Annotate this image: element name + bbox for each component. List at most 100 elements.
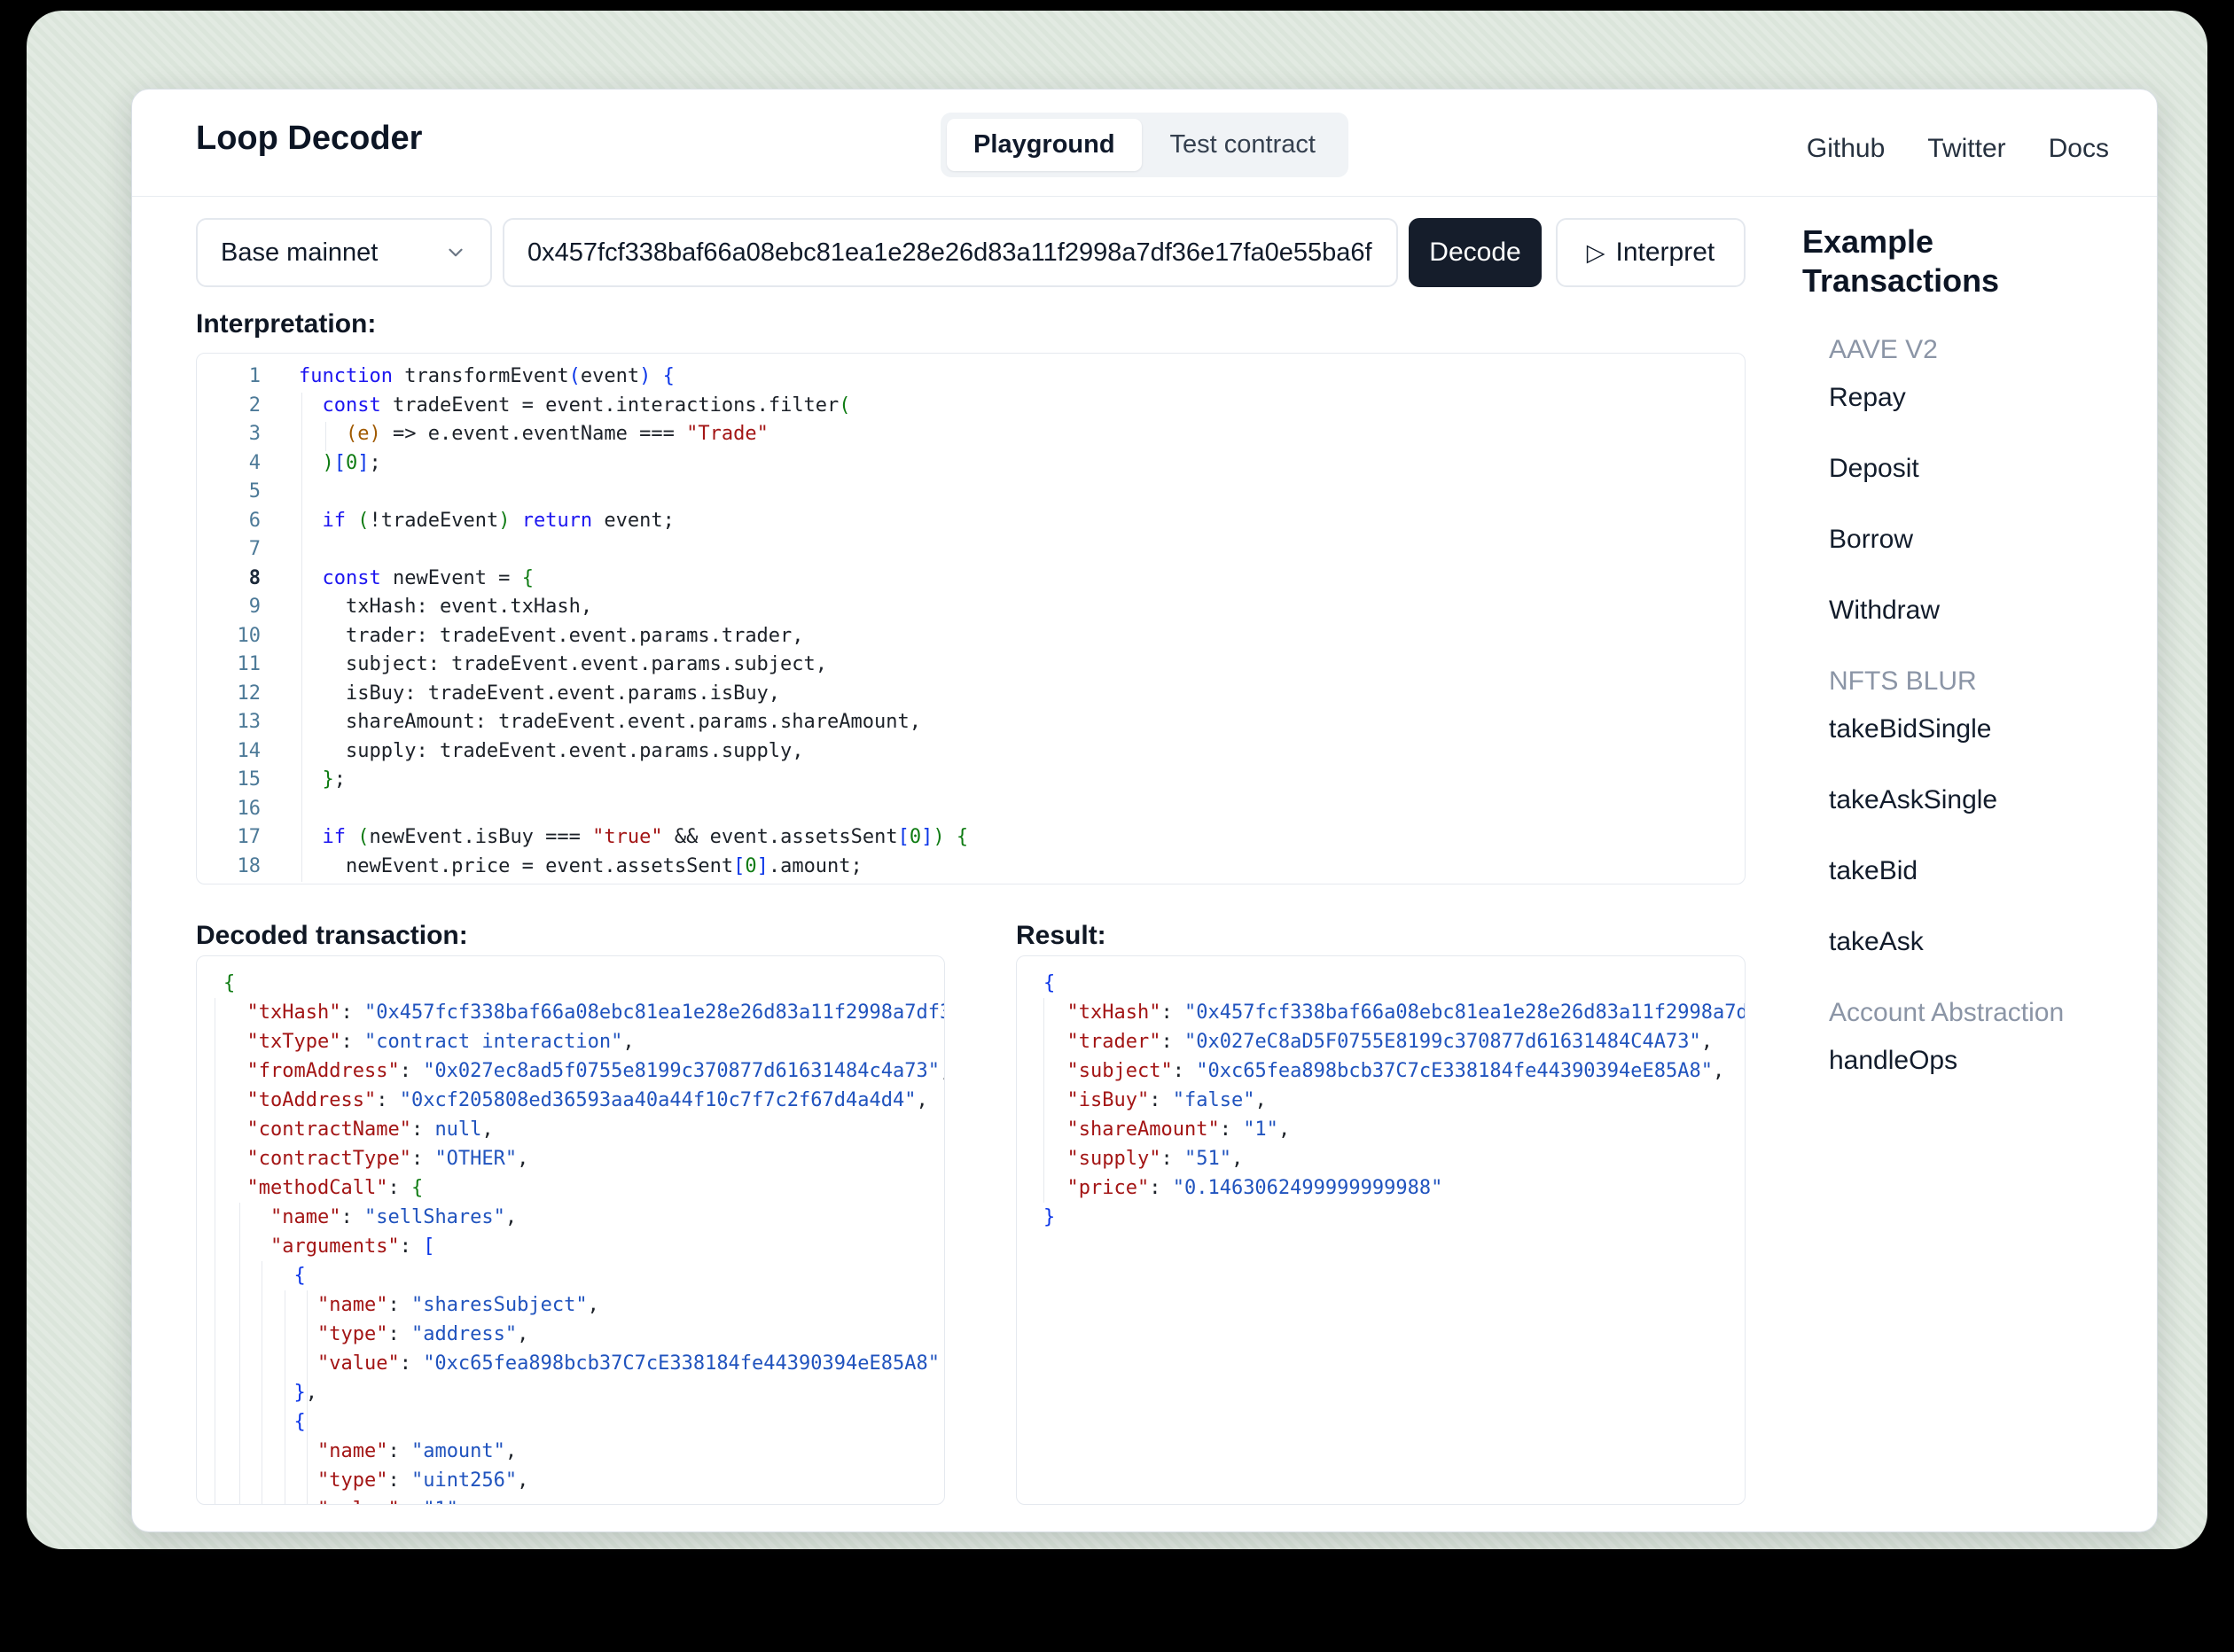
decoded-json-content: { "txHash": "0x457fcf338baf66a08ebc81ea1…: [223, 969, 945, 1505]
sidebar-item-handleops[interactable]: handleOps: [1802, 1045, 2127, 1077]
nav-link-twitter[interactable]: Twitter: [1927, 134, 2005, 164]
code-line: txHash: event.txHash,: [299, 593, 968, 622]
sidebar-title: Example Transactions: [1802, 222, 2127, 300]
line-number: 12: [197, 680, 261, 709]
decode-button[interactable]: Decode: [1409, 218, 1542, 287]
code-line: "value": "1": [223, 1495, 945, 1505]
page-title: Loop Decoder: [196, 120, 422, 158]
code-line: subject: tradeEvent.event.params.subject…: [299, 651, 968, 680]
nav-link-docs[interactable]: Docs: [2049, 134, 2109, 164]
interpret-button-label: Interpret: [1616, 238, 1715, 268]
sidebar-section-header: Account Abstraction: [1802, 997, 2127, 1029]
code-line: newEvent.price = event.assetsSent[0].amo…: [299, 853, 968, 882]
sidebar-item-repay[interactable]: Repay: [1802, 382, 2127, 414]
nav-link-github[interactable]: Github: [1807, 134, 1885, 164]
sidebar-item-takeask[interactable]: takeAsk: [1802, 926, 2127, 958]
code-content: function transformEvent(event) { const t…: [299, 362, 968, 884]
code-line: "contractName": null,: [223, 1115, 945, 1144]
line-number: 13: [197, 708, 261, 737]
network-select-value: Base mainnet: [221, 238, 378, 268]
code-line: "shareAmount": "1",: [1043, 1115, 1746, 1144]
code-line: {: [223, 969, 945, 998]
code-line: }: [299, 881, 968, 884]
code-line: };: [299, 766, 968, 795]
code-line: [299, 478, 968, 507]
code-line: {: [1043, 969, 1746, 998]
play-icon: ▷: [1587, 241, 1605, 265]
header-divider: [132, 196, 2157, 197]
network-select[interactable]: Base mainnet: [196, 218, 492, 287]
interpret-button[interactable]: ▷ Interpret: [1556, 218, 1746, 287]
code-line: function transformEvent(event) {: [299, 362, 968, 392]
code-line: }: [1043, 1203, 1746, 1232]
code-line: "arguments": [: [223, 1232, 945, 1261]
decode-button-label: Decode: [1429, 238, 1520, 268]
line-number: 8: [197, 565, 261, 594]
decoded-transaction-viewer[interactable]: { "txHash": "0x457fcf338baf66a08ebc81ea1…: [196, 955, 945, 1505]
code-line: const newEvent = {: [299, 565, 968, 594]
line-number: 2: [197, 392, 261, 421]
tab-playground[interactable]: Playground: [947, 119, 1142, 171]
interpretation-label: Interpretation:: [196, 309, 376, 339]
code-line: "toAddress": "0xcf205808ed36593aa40a44f1…: [223, 1086, 945, 1115]
sidebar-item-takebidsingle[interactable]: takeBidSingle: [1802, 713, 2127, 745]
code-line: "trader": "0x027eC8aD5F0755E8199c370877d…: [1043, 1027, 1746, 1056]
transaction-hash-input[interactable]: [503, 218, 1398, 287]
line-number: 5: [197, 478, 261, 507]
line-number: 3: [197, 420, 261, 449]
line-number: 19: [197, 881, 261, 884]
line-number: 14: [197, 737, 261, 767]
example-transactions-sidebar: Example Transactions AAVE V2 Repay Deposit…: [1802, 222, 2127, 1116]
line-number: 18: [197, 853, 261, 882]
result-viewer[interactable]: { "txHash": "0x457fcf338baf66a08ebc81ea1…: [1016, 955, 1746, 1505]
sidebar-item-withdraw[interactable]: Withdraw: [1802, 595, 2127, 627]
result-json-content: { "txHash": "0x457fcf338baf66a08ebc81ea1…: [1043, 969, 1746, 1232]
line-number: 6: [197, 507, 261, 536]
code-line: "fromAddress": "0x027ec8ad5f0755e8199c37…: [223, 1056, 945, 1086]
code-line: "price": "0.1463062499999999988": [1043, 1173, 1746, 1203]
code-line: "supply": "51",: [1043, 1144, 1746, 1173]
code-editor[interactable]: 12345678910111213141516171819 function t…: [196, 353, 1746, 884]
header-nav: Github Twitter Docs: [1807, 134, 2109, 164]
mode-tab-group: PlaygroundTest contract: [941, 113, 1348, 177]
code-line: },: [223, 1378, 945, 1407]
decoded-transaction-label: Decoded transaction:: [196, 921, 468, 951]
code-line: "txHash": "0x457fcf338baf66a08ebc81ea1e2…: [223, 998, 945, 1027]
line-number: 17: [197, 823, 261, 853]
chevron-down-icon: [444, 241, 467, 264]
code-line: [299, 795, 968, 824]
code-line: if (!tradeEvent) return event;: [299, 507, 968, 536]
code-line: {: [223, 1407, 945, 1437]
line-number: 16: [197, 795, 261, 824]
line-number: 11: [197, 651, 261, 680]
sidebar-item-deposit[interactable]: Deposit: [1802, 453, 2127, 485]
code-line: "subject": "0xc65fea898bcb37C7cE338184fe…: [1043, 1056, 1746, 1086]
desktop-background: Loop Decoder PlaygroundTest contract Git…: [27, 11, 2207, 1549]
line-number: 7: [197, 535, 261, 565]
code-line: const tradeEvent = event.interactions.fi…: [299, 392, 968, 421]
sidebar-item-borrow[interactable]: Borrow: [1802, 524, 2127, 556]
sidebar-item-takeasksingle[interactable]: takeAskSingle: [1802, 784, 2127, 816]
code-line: "methodCall": {: [223, 1173, 945, 1203]
code-line: "type": "address",: [223, 1320, 945, 1349]
line-number-gutter: 12345678910111213141516171819: [197, 362, 261, 884]
code-line: "name": "amount",: [223, 1437, 945, 1466]
line-number: 10: [197, 622, 261, 651]
line-number: 15: [197, 766, 261, 795]
code-line: (e) => e.event.eventName === "Trade": [299, 420, 968, 449]
result-label: Result:: [1016, 921, 1106, 951]
code-line: "name": "sharesSubject",: [223, 1290, 945, 1320]
line-number: 9: [197, 593, 261, 622]
sidebar-section-header: AAVE V2: [1802, 334, 2127, 366]
code-line: if (newEvent.isBuy === "true" && event.a…: [299, 823, 968, 853]
code-line: "txType": "contract interaction",: [223, 1027, 945, 1056]
code-line: shareAmount: tradeEvent.event.params.sha…: [299, 708, 968, 737]
code-line: "contractType": "OTHER",: [223, 1144, 945, 1173]
line-number: 4: [197, 449, 261, 479]
line-number: 1: [197, 362, 261, 392]
app-window: Loop Decoder PlaygroundTest contract Git…: [131, 89, 2158, 1532]
tab-test-contract[interactable]: Test contract: [1144, 119, 1342, 171]
code-line: )[0];: [299, 449, 968, 479]
code-line: isBuy: tradeEvent.event.params.isBuy,: [299, 680, 968, 709]
sidebar-item-takebid[interactable]: takeBid: [1802, 855, 2127, 887]
